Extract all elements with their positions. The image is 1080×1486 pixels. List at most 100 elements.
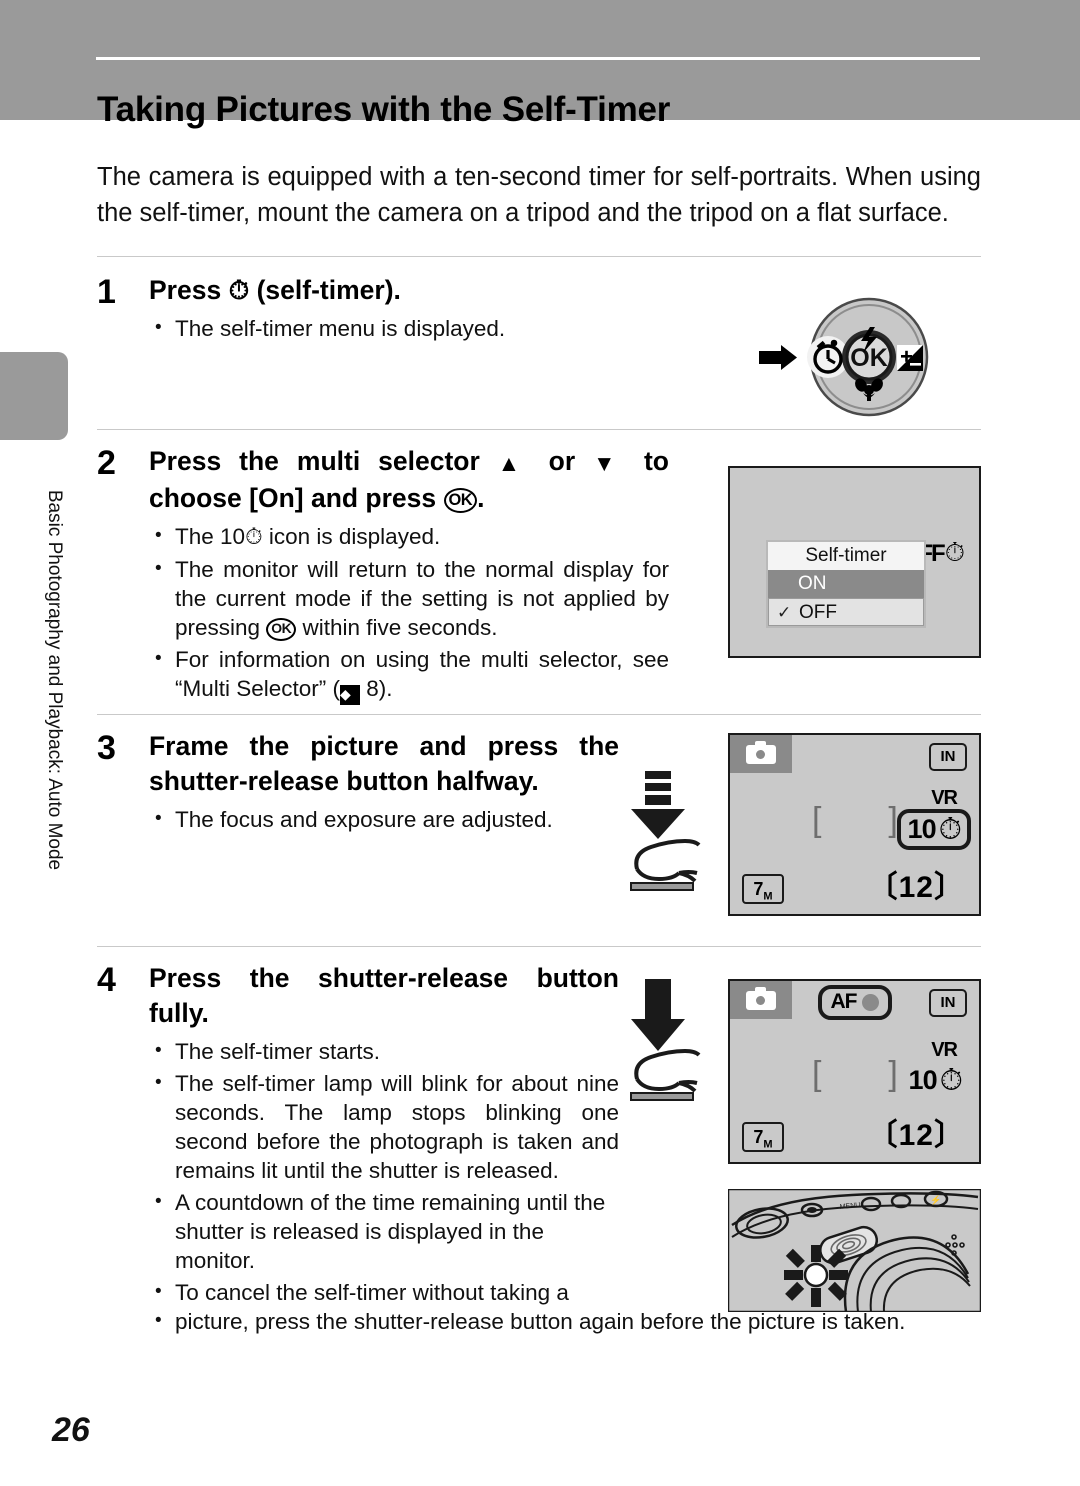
frames-left-bracket: 〔 (867, 871, 899, 904)
self-timer-icon: ⏱ (944, 538, 965, 568)
svg-text:⚡: ⚡ (930, 1194, 941, 1206)
image-size-unit: M (763, 1138, 773, 1151)
image-size-icon: 7M (742, 874, 784, 904)
self-timer-lamp-blink-icon (784, 1245, 848, 1307)
section-tab-label: Basic Photography and Playback: Auto Mod… (44, 489, 65, 871)
frames-right-bracket: 〕 (934, 1119, 965, 1152)
shutter-button-surface (630, 882, 694, 891)
monitor-step4-figure: AF IN VR 10 ⏱ [ ] 7M 〔12〕 (728, 979, 981, 1164)
image-size-value: 7 (753, 1127, 764, 1147)
menu-option-on-label: ON (798, 573, 827, 594)
af-indicator: AF (817, 985, 892, 1020)
arrow-down-solid-icon (631, 979, 685, 1051)
image-size-icon: 7M (742, 1122, 784, 1152)
focus-brackets: [ ] (812, 801, 914, 839)
step-2-heading: Press the multi selector ▲ or ▼ to choos… (149, 444, 669, 516)
step-4-number: 4 (97, 961, 116, 999)
step-3: 3 Frame the picture and press the shutte… (97, 729, 981, 944)
camera-mode-icon (730, 735, 792, 773)
multi-selector-svg: OK (759, 297, 929, 417)
menu-option-off[interactable]: ✓ OFF (768, 598, 924, 626)
camera-lamp-figure: ⚡ MENU (726, 1187, 983, 1317)
page-title: Taking Pictures with the Self-Timer (97, 90, 671, 130)
finger-press-icon (634, 1048, 701, 1093)
step-2-heading-text-e: . (477, 483, 485, 513)
self-timer-menu-title: Self-timer (768, 542, 924, 570)
step-2-heading-text-b: or (530, 446, 594, 476)
step-4-bullet-4: To cancel the self-timer without taking … (149, 1277, 619, 1307)
self-timer-menu-screen: OFF ⏱ Self-timer ON ✓ OFF (728, 466, 981, 658)
af-label: AF (830, 990, 858, 1013)
camera-glyph (746, 740, 776, 764)
ref-icon: ◆ (340, 685, 361, 705)
multi-selector-figure: OK (757, 287, 947, 427)
step-4: 4 Press the shutter-release button fully… (97, 961, 983, 1361)
camera-mode-icon (730, 981, 792, 1019)
section-divider-2 (97, 429, 981, 430)
frames-count: 12 (898, 1119, 934, 1152)
frames-right-bracket: 〕 (934, 871, 965, 904)
multi-selector-ok-label: OK (850, 344, 888, 372)
step-2-bullet-2: The monitor will return to the normal di… (149, 554, 669, 642)
frames-remaining: 〔12〕 (868, 1110, 965, 1154)
step-2-bullet-1: The 10⏱ icon is displayed. (149, 521, 669, 552)
internal-memory-icon: IN (929, 989, 967, 1017)
page-number: 26 (52, 1411, 90, 1449)
step-2-heading-text-c: to (626, 446, 669, 476)
press-halfway-icon (615, 769, 715, 899)
frames-count: 12 (898, 871, 934, 904)
ok-icon: OK (443, 488, 478, 514)
shutter-button-surface (630, 1092, 694, 1101)
step-2-number: 2 (97, 444, 116, 482)
step-4-heading: Press the shutter-release button fully. (149, 963, 619, 1028)
step-4-bullet-1: The self-timer starts. (149, 1036, 619, 1066)
step-2-bullet-1-pre: The 10 (175, 524, 246, 549)
monitor-step4-screen: AF IN VR 10 ⏱ [ ] 7M 〔12〕 (728, 979, 981, 1164)
section-divider-4 (97, 946, 981, 947)
step-1-bullet-1: The self-timer menu is displayed. (149, 313, 749, 343)
vr-icon: VR (931, 1039, 958, 1061)
arrow-down-dashed-icon (631, 771, 685, 839)
menu-option-on[interactable]: ON (768, 570, 924, 598)
press-halfway-svg (630, 771, 701, 891)
finger-press-icon (634, 838, 701, 883)
up-triangle-icon: ▲ (497, 451, 531, 476)
step-2-bullet-3-post: 8). (360, 676, 393, 701)
step-3-number: 3 (97, 729, 116, 767)
section-divider (97, 256, 981, 257)
self-timer-icon: ⏱ (245, 524, 263, 550)
step-2-bullet-2-post: within five seconds. (296, 615, 498, 640)
ok-icon: OK (266, 618, 297, 641)
camera-glyph (746, 986, 776, 1010)
monitor-step3-figure: IN VR 10 ⏱ [ ] 7M 〔12〕 (728, 733, 981, 916)
step-2-bullet-1-post: icon is displayed. (262, 524, 441, 549)
step-1: 1 Press ⏱ (self-timer). The self-timer m… (97, 273, 981, 423)
step-1-heading: Press ⏱ (self-timer). (149, 273, 749, 308)
af-dot-icon (861, 993, 879, 1011)
monitor-step3-screen: IN VR 10 ⏱ [ ] 7M 〔12〕 (728, 733, 981, 916)
focus-brackets: [ ] (812, 1055, 914, 1093)
self-timer-menu-panel[interactable]: Self-timer ON ✓ OFF (766, 540, 926, 628)
arrow-right-icon (759, 345, 797, 370)
vr-icon: VR (931, 787, 958, 809)
press-fully-svg (630, 979, 701, 1101)
step-3-bullet-1: The focus and exposure are adjusted. (149, 804, 619, 834)
image-size-value: 7 (753, 879, 764, 899)
down-triangle-icon: ▼ (593, 451, 627, 476)
frames-remaining: 〔12〕 (868, 862, 965, 906)
step-3-heading: Frame the picture and press the shutter-… (149, 731, 619, 796)
step-1-number: 1 (97, 273, 116, 311)
internal-memory-icon: IN (929, 743, 967, 771)
menu-option-off-label: OFF (799, 602, 837, 623)
header-rule (96, 57, 980, 60)
step-2-heading-text-a: Press the multi selector (149, 446, 498, 476)
step-2-heading-text-d: choose [On] and press (149, 483, 444, 513)
step-4-bullet-2: The self-timer lamp will blink for about… (149, 1068, 619, 1185)
section-divider-3 (97, 714, 981, 715)
press-fully-icon (615, 975, 715, 1105)
step-4-bullet-3: A countdown of the time remaining until … (149, 1187, 619, 1275)
page-content: The camera is equipped with a ten-second… (97, 133, 983, 1361)
step-2-bullet-3: For information on using the multi selec… (149, 644, 669, 705)
step-1-heading-post: (self-timer). (249, 275, 401, 305)
self-timer-indicator: 10 ⏱ (909, 1065, 963, 1096)
